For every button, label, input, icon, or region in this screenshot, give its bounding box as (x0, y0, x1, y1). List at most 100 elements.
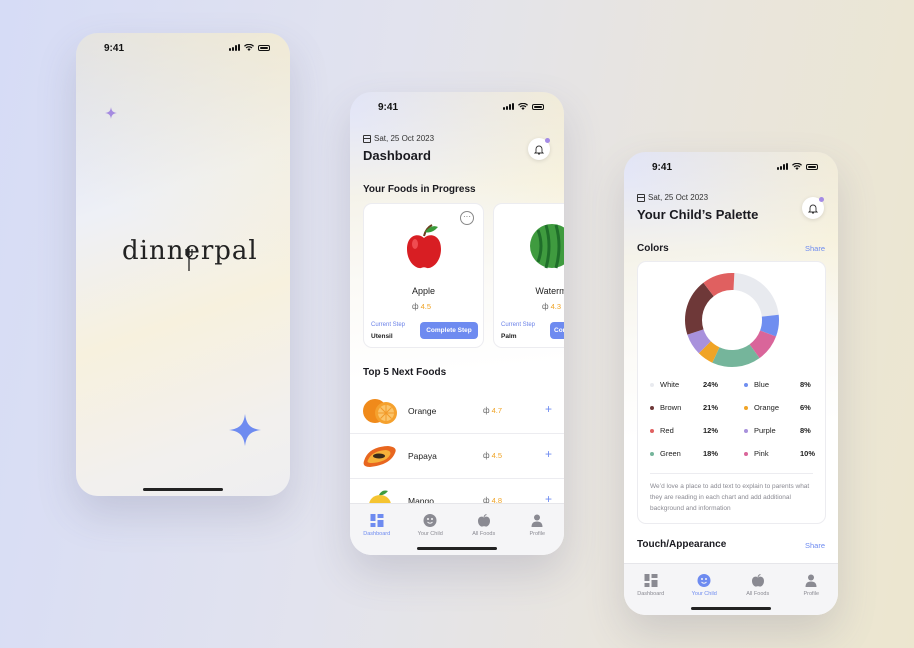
papaya-image (363, 446, 396, 467)
legend-label: Pink (754, 449, 769, 458)
food-rating: ф 4.5 (412, 302, 432, 311)
section-heading-top5: Top 5 Next Foods (363, 367, 447, 378)
current-step-label: Current Step (371, 322, 406, 328)
page-title: Your Child’s Palette (637, 207, 759, 222)
fork-icon (185, 249, 193, 271)
apple-icon (751, 574, 764, 587)
add-button[interactable]: + (545, 447, 552, 461)
legend-label: Orange (754, 403, 780, 412)
wifi-icon (244, 44, 254, 51)
legend-swatch (744, 428, 748, 433)
status-bar: 9:41 (76, 33, 290, 63)
home-indicator (143, 488, 223, 491)
legend-percent: 12% (703, 426, 719, 435)
status-bar: 9:41 (624, 152, 838, 182)
legend-swatch (744, 382, 748, 387)
bell-icon (534, 145, 544, 154)
notification-button[interactable] (528, 138, 550, 160)
home-indicator (417, 547, 497, 550)
complete-step-button[interactable]: Com (550, 322, 564, 339)
smiley-icon (697, 574, 711, 587)
legend-percent: 21% (703, 403, 719, 412)
fork-icon: ф (483, 451, 490, 460)
tab-dashboard[interactable]: Dashboard (350, 504, 404, 555)
share-button[interactable]: Share (805, 244, 825, 253)
food-card-watermelon[interactable]: Waterme ф 4.3 Current Step Palm Com (493, 203, 564, 348)
calendar-icon (637, 193, 645, 202)
app-logo: dinnerpal (122, 236, 258, 271)
chart-explanation: We’d love a place to add text to explain… (650, 483, 810, 512)
legend-swatch (650, 405, 654, 410)
legend-item-brown: Brown 21% (650, 403, 720, 412)
splash-screen: 9:41 dinnerpal (76, 33, 290, 496)
smiley-icon (423, 514, 437, 527)
date-label: Sat, 25 Oct 2023 (637, 193, 708, 202)
legend-label: White (660, 380, 680, 389)
palette-screen: 9:41 Sat, 25 Oct 2023 Your Child’s Palet… (624, 152, 838, 615)
list-item-orange[interactable]: Orange ф 4.7 + (350, 389, 564, 434)
signal-icon (503, 103, 514, 110)
legend-item-green: Green 18% (650, 449, 720, 458)
legend-swatch (744, 451, 748, 456)
food-name: Waterme (535, 286, 564, 296)
status-time: 9:41 (652, 162, 673, 173)
watermelon-image (530, 224, 564, 269)
list-item-papaya[interactable]: Papaya ф 4.5 + (350, 434, 564, 479)
page-title: Dashboard (363, 148, 431, 163)
current-step-value: Utensil (371, 333, 393, 340)
donut-slice-white (733, 273, 779, 317)
current-step-value: Palm (501, 333, 517, 340)
legend-label: Red (660, 426, 674, 435)
add-button[interactable]: + (545, 402, 552, 416)
battery-icon (806, 163, 818, 170)
signal-icon (229, 44, 240, 51)
bell-icon (808, 204, 818, 213)
section-heading-colors: Colors (637, 243, 669, 254)
notification-button[interactable] (802, 197, 824, 219)
legend-item-orange: Orange 6% (744, 403, 814, 412)
legend-item-purple: Purple 8% (744, 426, 814, 435)
current-step-label: Current Step (501, 322, 536, 328)
legend-swatch (650, 428, 654, 433)
divider (650, 473, 813, 474)
tab-profile[interactable]: Profile (511, 504, 565, 555)
status-time: 9:41 (378, 102, 399, 113)
legend-label: Brown (660, 403, 682, 412)
legend-item-pink: Pink 10% (744, 449, 816, 458)
food-name: Papaya (408, 451, 437, 461)
legend-swatch (650, 451, 654, 456)
legend-swatch (650, 382, 654, 387)
legend-percent: 18% (703, 449, 719, 458)
section-heading-in-progress: Your Foods in Progress (363, 184, 476, 195)
notification-badge (819, 197, 824, 202)
legend-item-white: White 24% (650, 380, 720, 389)
grid-icon (370, 514, 384, 527)
fork-icon: ф (483, 406, 490, 415)
battery-icon (532, 103, 544, 110)
share-button[interactable]: Share (805, 541, 825, 550)
legend-percent: 6% (800, 403, 811, 412)
legend-percent: 10% (800, 449, 816, 458)
legend-swatch (744, 405, 748, 410)
food-rating: ф 4.5 (483, 451, 503, 460)
apple-image (407, 224, 441, 269)
battery-icon (258, 44, 270, 51)
tab-profile[interactable]: Profile (785, 564, 839, 615)
colors-card: White 24% Blue 8% Brown 21% Orange 6% Red 12% Purp… (637, 261, 826, 524)
more-options-button[interactable]: ··· (460, 211, 474, 225)
fork-icon: ф (542, 302, 549, 311)
wifi-icon (792, 163, 802, 170)
food-card-apple[interactable]: ··· Apple ф 4.5 Current Step Utensil Com… (363, 203, 484, 348)
legend-percent: 8% (800, 426, 811, 435)
complete-step-button[interactable]: Complete Step (420, 322, 478, 339)
colors-donut-chart (685, 273, 779, 367)
legend-percent: 24% (703, 380, 719, 389)
food-rating: ф 4.3 (542, 302, 562, 311)
legend-label: Green (660, 449, 681, 458)
dashboard-screen: 9:41 Sat, 25 Oct 2023 Dashboard Your Foo… (350, 92, 564, 555)
tab-dashboard[interactable]: Dashboard (624, 564, 678, 615)
sparkle-icon-large (229, 414, 261, 446)
apple-icon (477, 514, 490, 527)
status-bar: 9:41 (350, 92, 564, 122)
food-rating: ф 4.7 (483, 406, 503, 415)
